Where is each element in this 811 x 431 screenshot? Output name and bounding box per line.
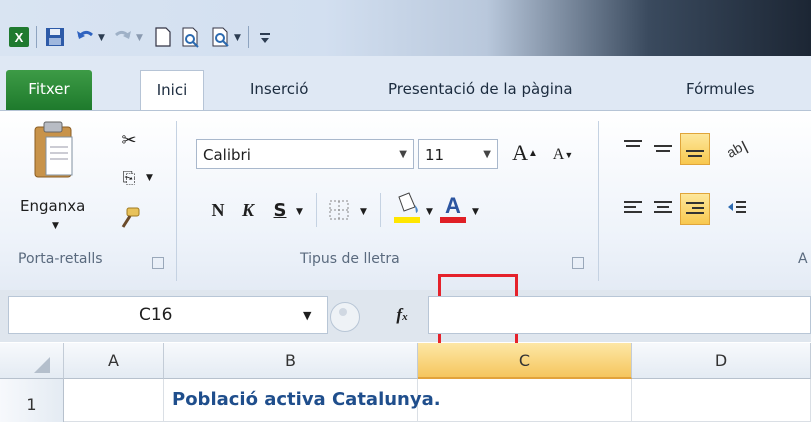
bold-button[interactable]: N [206, 195, 230, 225]
insert-function-button[interactable]: fx [380, 300, 424, 330]
copy-icon[interactable]: ⎘ [116, 165, 142, 191]
font-size-combo[interactable]: 11 ▼ [418, 139, 498, 169]
select-all-button[interactable] [0, 343, 64, 379]
paste-button-label[interactable]: Enganxa [20, 197, 85, 215]
font-color-icon[interactable]: A [438, 191, 468, 225]
chevron-down-icon: ▼ [483, 149, 491, 160]
formula-input[interactable] [428, 296, 811, 334]
chevron-down-icon: ▼ [399, 149, 407, 160]
column-header-b[interactable]: B [164, 343, 418, 379]
borders-icon[interactable] [326, 197, 352, 223]
cell-a1[interactable] [64, 379, 164, 422]
font-launcher-icon[interactable] [572, 257, 584, 269]
name-box[interactable]: C16 ▼ [8, 296, 328, 334]
paste-icon[interactable] [30, 119, 80, 185]
excel-logo-icon[interactable]: X [8, 26, 30, 48]
formula-bar-splitter-icon[interactable] [330, 302, 360, 332]
svg-text:X: X [15, 30, 24, 45]
redo-dropdown-icon[interactable]: ▼ [136, 33, 143, 43]
underline-button[interactable]: S [268, 195, 292, 225]
quick-access-toolbar: X ▼ ▼ ▼ [0, 0, 811, 56]
ribbon-tabs: Fitxer Inici Inserció Presentació de la … [0, 56, 811, 111]
fx-icon: fx [396, 305, 408, 324]
column-header-c[interactable]: C [418, 343, 632, 379]
tab-home[interactable]: Inici [140, 70, 204, 111]
copy-dropdown-icon[interactable]: ▼ [146, 173, 153, 183]
cell-b1[interactable]: Població activa Catalunya. [164, 379, 441, 422]
cell-d1[interactable] [632, 379, 811, 422]
new-document-icon[interactable] [152, 26, 174, 48]
font-group-label: Tipus de lletra [300, 251, 400, 267]
svg-text:A: A [445, 193, 461, 218]
paste-dropdown-icon[interactable]: ▼ [52, 221, 59, 231]
fill-color-icon[interactable] [392, 191, 422, 225]
column-header-a[interactable]: A [64, 343, 164, 379]
ribbon: Enganxa ▼ ✂ ⎘ ▼ Porta-retalls Calibri ▼ … [0, 110, 811, 292]
undo-icon[interactable] [74, 26, 96, 48]
save-icon[interactable] [44, 26, 66, 48]
redo-icon[interactable] [112, 26, 134, 48]
chevron-down-icon[interactable]: ▼ [303, 309, 311, 322]
align-right-icon[interactable] [680, 193, 710, 225]
tab-page-layout[interactable]: Presentació de la pàgina [388, 70, 573, 110]
name-box-value: C16 [139, 305, 173, 325]
clipboard-launcher-icon[interactable] [152, 257, 164, 269]
align-center-icon[interactable] [650, 195, 676, 221]
row-header-1[interactable]: 1 [0, 379, 64, 422]
quick-print-icon[interactable] [210, 26, 232, 48]
tab-insert[interactable]: Inserció [250, 70, 308, 110]
orientation-icon[interactable]: ab [722, 135, 752, 161]
cell-b1-text: Població activa Catalunya. [172, 389, 441, 410]
cell-c1[interactable] [418, 379, 632, 422]
format-painter-icon[interactable] [116, 205, 142, 231]
tab-formulas[interactable]: Fórmules [686, 70, 755, 110]
undo-dropdown-icon[interactable]: ▼ [98, 33, 105, 43]
clipboard-group-label: Porta-retalls [18, 251, 103, 267]
tab-file[interactable]: Fitxer [6, 70, 92, 110]
column-header-d[interactable]: D [632, 343, 811, 379]
font-name-combo[interactable]: Calibri ▼ [196, 139, 414, 169]
shrink-font-icon[interactable]: A ▼ [548, 141, 578, 169]
cut-icon[interactable]: ✂ [116, 127, 142, 153]
decrease-indent-icon[interactable] [724, 195, 750, 221]
print-preview-icon[interactable] [180, 26, 202, 48]
font-size-value: 11 [425, 146, 445, 164]
fill-color-dropdown-icon[interactable]: ▼ [426, 207, 433, 217]
customize-icon[interactable] [254, 26, 276, 48]
print-dropdown-icon[interactable]: ▼ [234, 33, 241, 43]
align-top-icon[interactable] [620, 135, 646, 161]
underline-dropdown-icon[interactable]: ▼ [296, 207, 303, 217]
italic-button[interactable]: K [236, 195, 260, 225]
font-name-value: Calibri [203, 146, 251, 164]
grow-font-icon[interactable]: A ▲ [510, 137, 540, 169]
align-left-icon[interactable] [620, 195, 646, 221]
align-middle-icon[interactable] [650, 135, 676, 161]
borders-dropdown-icon[interactable]: ▼ [360, 207, 367, 217]
alignment-group-label: A [798, 251, 808, 267]
font-color-dropdown-icon[interactable]: ▼ [472, 207, 479, 217]
align-bottom-icon[interactable] [680, 133, 710, 165]
